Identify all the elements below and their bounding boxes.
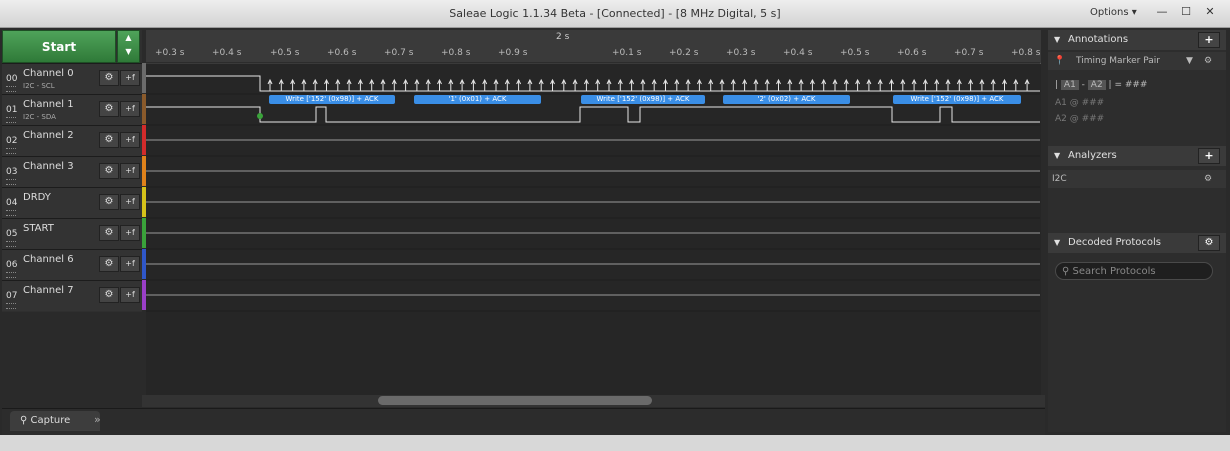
add-analyzer-button[interactable]: + bbox=[1198, 148, 1220, 164]
annotations-title: Annotations bbox=[1068, 34, 1129, 45]
decode-bubble[interactable]: '1' (0x01) + ACK bbox=[414, 95, 541, 104]
bottom-tab-bar: ⚲ Capture » bbox=[2, 408, 1045, 435]
right-sidebar bbox=[1048, 30, 1226, 432]
timing-marker-label: Timing Marker Pair bbox=[1076, 56, 1160, 66]
scrollbar-thumb[interactable] bbox=[378, 396, 652, 405]
status-bar bbox=[0, 435, 1230, 451]
marker-a1-value: A1 @ ### bbox=[1055, 98, 1105, 108]
annotations-header[interactable]: ▼ Annotations + bbox=[1048, 30, 1226, 50]
dropdown-icon[interactable]: ▼ bbox=[1186, 52, 1193, 70]
gear-icon[interactable]: ⚙ bbox=[1198, 235, 1220, 251]
collapse-triangle-icon[interactable]: ▼ bbox=[1054, 30, 1060, 50]
decode-bubble[interactable]: '2' (0x02) + ACK bbox=[723, 95, 850, 104]
decoded-protocols-title: Decoded Protocols bbox=[1068, 237, 1162, 248]
marker-pair-line: | A1 - A2 | = ### bbox=[1055, 80, 1148, 90]
pin-icon: 📍 bbox=[1054, 56, 1066, 66]
horizontal-scrollbar[interactable] bbox=[142, 395, 1045, 407]
decode-bubble[interactable]: Write ['152' (0x98)] + ACK bbox=[269, 95, 395, 104]
add-annotation-button[interactable]: + bbox=[1198, 32, 1220, 48]
search-protocols-input[interactable]: ⚲ Search Protocols bbox=[1055, 262, 1213, 280]
analyzers-title: Analyzers bbox=[1068, 150, 1117, 161]
tab-capture[interactable]: ⚲ Capture bbox=[10, 411, 100, 431]
search-icon: ⚲ bbox=[1062, 266, 1073, 277]
analyzer-item-i2c[interactable]: I2C ⚙ bbox=[1048, 170, 1226, 188]
waveform-traces bbox=[146, 62, 1040, 312]
timing-marker-row[interactable]: 📍 Timing Marker Pair ▼ ⚙ bbox=[1048, 52, 1226, 70]
gear-icon[interactable]: ⚙ bbox=[1204, 170, 1212, 188]
tab-capture-label: Capture bbox=[30, 415, 71, 426]
search-placeholder: Search Protocols bbox=[1072, 266, 1156, 277]
marker-a2-chip[interactable]: A2 bbox=[1087, 80, 1106, 90]
expand-icon[interactable]: » bbox=[94, 413, 101, 426]
search-icon: ⚲ bbox=[20, 415, 31, 426]
marker-a1-chip[interactable]: A1 bbox=[1060, 80, 1079, 90]
collapse-triangle-icon[interactable]: ▼ bbox=[1054, 233, 1060, 253]
analyzer-item-label: I2C bbox=[1052, 174, 1067, 184]
decode-bubble[interactable]: Write ['152' (0x98)] + ACK bbox=[581, 95, 705, 104]
decode-bubble[interactable]: Write ['152' (0x98)] + ACK bbox=[893, 95, 1021, 104]
decoded-protocols-header[interactable]: ▼ Decoded Protocols ⚙ bbox=[1048, 233, 1226, 253]
collapse-triangle-icon[interactable]: ▼ bbox=[1054, 146, 1060, 166]
marker-a2-value: A2 @ ### bbox=[1055, 114, 1105, 124]
gear-icon[interactable]: ⚙ bbox=[1204, 52, 1212, 70]
marker-pair-value: = ### bbox=[1114, 80, 1148, 90]
analyzers-header[interactable]: ▼ Analyzers + bbox=[1048, 146, 1226, 166]
